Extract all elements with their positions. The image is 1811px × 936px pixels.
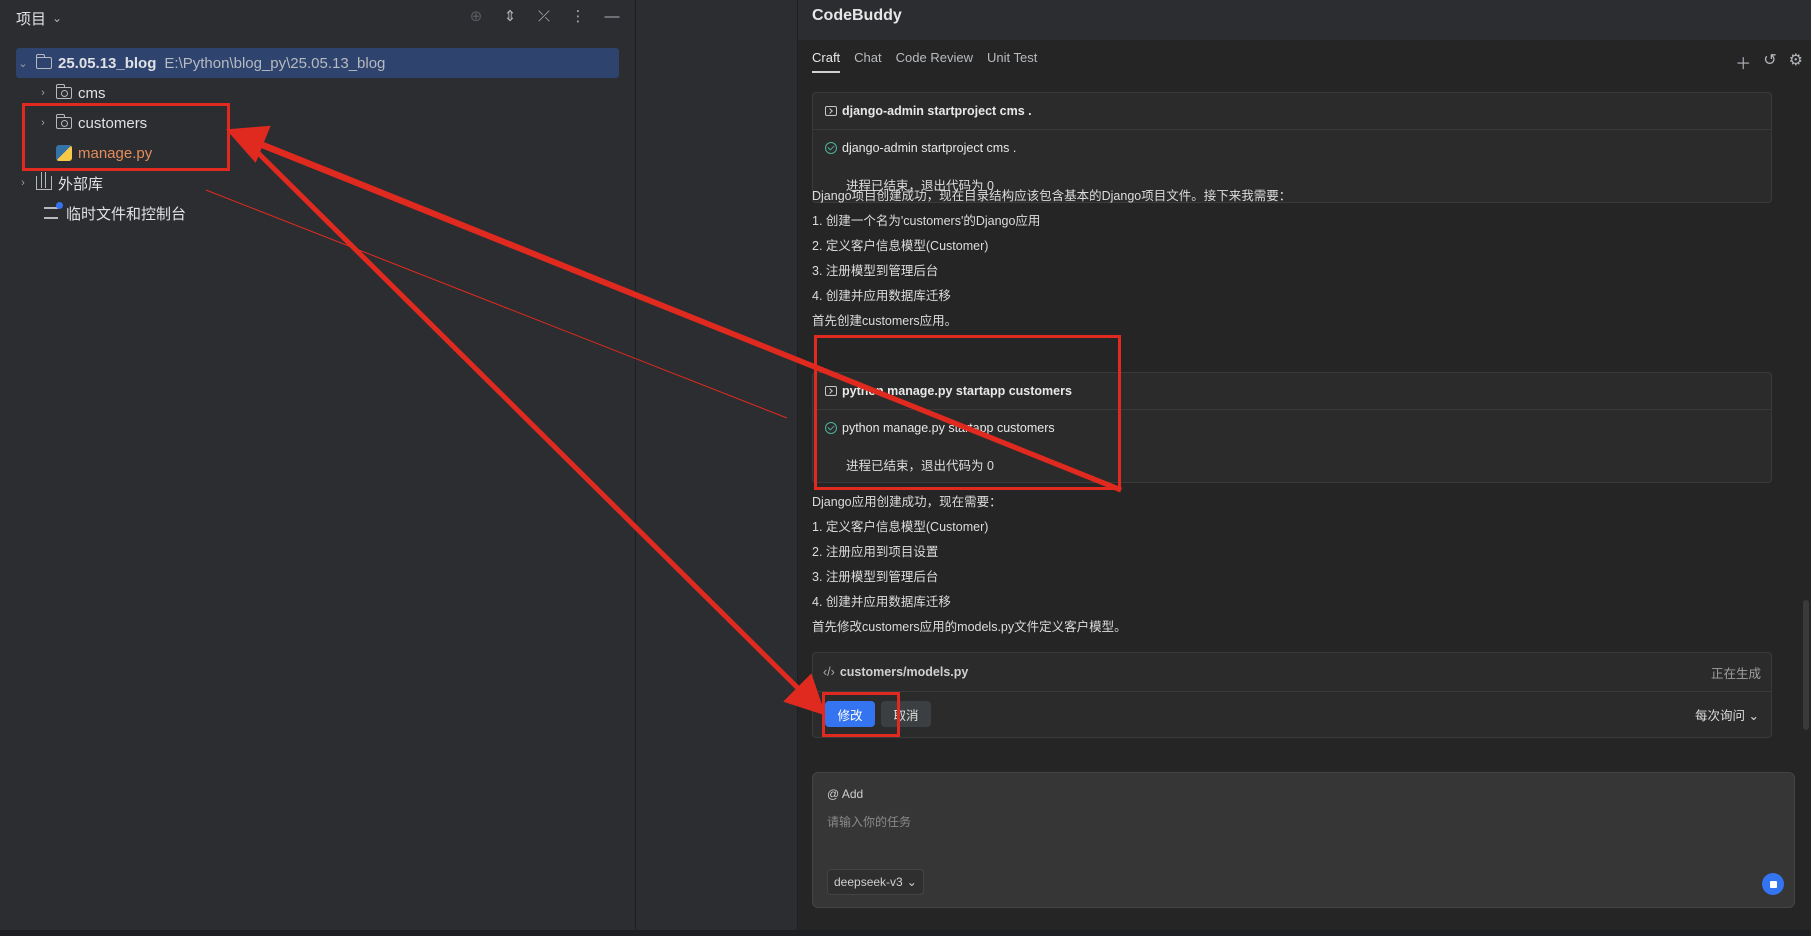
codebuddy-title: CodeBuddy [812, 7, 902, 24]
tab-craft[interactable]: Craft [812, 50, 841, 73]
tree-item-label: cms [78, 84, 106, 102]
check-circle-icon [825, 142, 837, 154]
message-line: 2. 注册应用到项目设置 [812, 545, 939, 559]
editor-area-empty [636, 0, 798, 936]
project-panel-title: 项目 [16, 10, 47, 28]
status-bar [0, 930, 1811, 936]
chevron-down-icon: ⌄ [906, 875, 917, 889]
expand-all-icon[interactable]: ⇕ [500, 6, 520, 26]
codebuddy-actions: ＋ ↺ ⚙ [1735, 50, 1803, 74]
minimize-icon[interactable]: — [602, 6, 622, 26]
model-selector[interactable]: deepseek-v3 ⌄ [827, 869, 924, 895]
terminal-icon [825, 106, 837, 116]
plus-icon[interactable]: ＋ [1735, 50, 1751, 74]
message-line: 首先修改customers应用的models.py文件定义客户模型。 [812, 620, 1127, 634]
task-input-box[interactable]: @ Add 请输入你的任务 deepseek-v3 ⌄ [812, 772, 1795, 908]
tree-item-root[interactable]: ⌄ 25.05.13_blog E:\Python\blog_py\25.05.… [16, 48, 619, 78]
message-line: 2. 定义客户信息模型(Customer) [812, 239, 989, 253]
chevron-down-icon: ⌄ [1748, 708, 1759, 723]
message-line: Django应用创建成功，现在需要： [812, 495, 1002, 509]
message-line: 首先创建customers应用。 [812, 314, 958, 328]
scratches-icon [44, 202, 63, 219]
message-line: Django项目创建成功，现在目录结构应该包含基本的Django项目文件。接下来… [812, 189, 1292, 203]
code-icon: ‹/› [823, 665, 835, 679]
stop-icon [1769, 880, 1777, 888]
model-name: deepseek-v3 [834, 875, 903, 889]
codebuddy-tabs: Craft Chat Code Review Unit Test [812, 50, 1037, 73]
stop-button[interactable] [1762, 873, 1784, 895]
ask-mode-dropdown[interactable]: 每次询问 ⌄ [1695, 705, 1759, 724]
command-row: django-admin startproject cms . [813, 93, 1771, 130]
more-options-icon[interactable]: ⋮ [568, 6, 588, 26]
message-line: 3. 注册模型到管理后台 [812, 570, 939, 584]
project-panel-header[interactable]: 项目 ⌄ [16, 8, 62, 28]
collapse-all-icon[interactable]: ⤫ [534, 6, 554, 26]
code-file-name[interactable]: customers/models.py [840, 665, 969, 679]
message-line: 4. 创建并应用数据库迁移 [812, 289, 951, 303]
message-line: 1. 创建一个名为'customers'的Django应用 [812, 214, 1041, 228]
tree-item-label: 外部库 [58, 175, 104, 193]
generation-status: 正在生成 [1710, 666, 1761, 681]
tree-item-label: 临时文件和控制台 [66, 205, 187, 223]
ask-mode-label: 每次询问 [1695, 708, 1746, 723]
library-icon [36, 172, 52, 190]
chevron-down-icon: ⌄ [52, 11, 63, 25]
codebuddy-header: CodeBuddy [798, 0, 1811, 40]
package-folder-icon [55, 84, 72, 99]
tab-chat[interactable]: Chat [854, 50, 881, 73]
annotation-box [22, 103, 230, 171]
code-change-card: ‹/› customers/models.py 正在生成 修改 取消 每次询问 … [812, 652, 1772, 738]
scrollbar[interactable] [1803, 600, 1809, 730]
message-line: 3. 注册模型到管理后台 [812, 264, 939, 278]
tab-unit-test[interactable]: Unit Test [987, 50, 1037, 73]
project-toolbar: ⊕ ⇕ ⤫ ⋮ — [466, 6, 622, 26]
history-icon[interactable]: ↺ [1763, 50, 1776, 74]
message-line: 4. 创建并应用数据库迁移 [812, 595, 951, 609]
chevron-right-icon[interactable]: › [36, 87, 50, 99]
code-change-actions: 修改 取消 每次询问 ⌄ [813, 692, 1771, 736]
tree-item-label: 25.05.13_blog [58, 54, 157, 72]
settings-gear-icon[interactable]: ⚙ [1789, 50, 1803, 74]
tree-item-path: E:\Python\blog_py\25.05.13_blog [164, 54, 386, 72]
assistant-message: Django应用创建成功，现在需要： 1. 定义客户信息模型(Customer)… [812, 490, 1127, 640]
chevron-down-icon[interactable]: ⌄ [16, 57, 30, 70]
code-change-header: ‹/› customers/models.py 正在生成 [813, 653, 1771, 692]
annotation-box [814, 335, 1121, 490]
command-text: django-admin startproject cms . [842, 104, 1032, 118]
tab-code-review[interactable]: Code Review [896, 50, 973, 73]
assistant-message: Django项目创建成功，现在目录结构应该包含基本的Django项目文件。接下来… [812, 184, 1291, 334]
folder-icon [35, 54, 52, 69]
command-result-row: django-admin startproject cms . [813, 130, 1771, 166]
tree-item-scratches[interactable]: 临时文件和控制台 [0, 198, 635, 228]
tree-item-external-libraries[interactable]: › 外部库 [0, 168, 635, 198]
chevron-right-icon[interactable]: › [16, 177, 30, 189]
command-done-text: django-admin startproject cms . [842, 141, 1017, 155]
add-context-button[interactable]: @ Add [827, 787, 863, 801]
task-input[interactable]: 请输入你的任务 [827, 813, 911, 830]
annotation-box [822, 692, 900, 737]
message-line: 1. 定义客户信息模型(Customer) [812, 520, 989, 534]
locate-icon[interactable]: ⊕ [466, 6, 486, 26]
